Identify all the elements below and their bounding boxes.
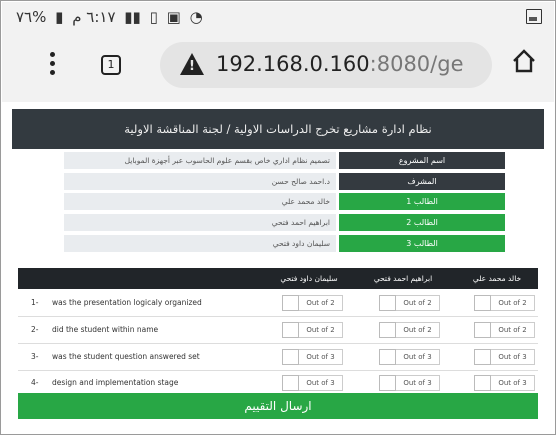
info-value: تصميم نظام اداري خاص بقسم علوم الحاسوب ع…: [64, 152, 336, 169]
score-input[interactable]: [379, 295, 396, 311]
info-row: د.احمد صالح حسن المشرف: [2, 173, 554, 190]
row-number: 4-: [31, 378, 39, 387]
max-score-label: Out of 3: [299, 375, 343, 391]
max-score-label: Out of 2: [491, 295, 535, 311]
menu-icon[interactable]: [50, 52, 56, 79]
question-text: was the student question answered set: [52, 352, 200, 361]
score-input[interactable]: [379, 322, 396, 338]
question-text: was the presentation logicaly organized: [52, 298, 202, 307]
url-path: :8080/ge: [369, 52, 464, 76]
column-header-student-3: سليمان داود فتحي: [280, 274, 338, 283]
status-time: ٦:١٧ م: [72, 8, 116, 26]
table-row: 2- did the student within name Out of 2 Out…: [18, 317, 538, 344]
max-score-label: Out of 2: [396, 322, 440, 338]
page-content: نظام ادارة مشاريع تخرج الدراسات الاولية …: [2, 102, 554, 433]
address-bar[interactable]: 192.168.0.160:8080/ge: [160, 42, 492, 88]
status-left-cluster: ٦:١٧ م ▮ %٧٦ ▮▮ ▯ ▣ ◔: [16, 8, 207, 26]
battery-icon: ▮: [55, 8, 64, 26]
info-row: ابراهيم احمد فتحي الطالب 2: [2, 214, 554, 231]
column-header-student-2: ابراهيم احمد فتحي: [373, 274, 433, 283]
max-score-label: Out of 3: [299, 349, 343, 365]
info-row: خالد محمد علي الطالب 1: [2, 193, 554, 210]
url-host: 192.168.0.160: [216, 52, 370, 76]
image-icon: [526, 9, 542, 24]
warning-icon[interactable]: [180, 53, 204, 75]
question-text: design and implementation stage: [52, 378, 179, 387]
max-score-label: Out of 2: [491, 322, 535, 338]
signal-icon: ▮▮: [124, 8, 141, 26]
column-header-student-1: خالد محمد علي: [472, 274, 522, 283]
data-icon: ▯: [149, 8, 158, 26]
score-input[interactable]: [379, 349, 396, 365]
browser-toolbar: 1 192.168.0.160:8080/ge: [2, 32, 554, 102]
info-label: المشرف: [339, 173, 505, 190]
info-value: سليمان داود فتحي: [64, 235, 336, 252]
battery-percent: %٧٦: [16, 8, 47, 26]
score-input[interactable]: [282, 349, 299, 365]
table-header: خالد محمد علي ابراهيم احمد فتحي سليمان د…: [18, 268, 538, 289]
info-row: سليمان داود فتحي الطالب 3: [2, 235, 554, 252]
tab-switcher-button[interactable]: 1: [101, 55, 121, 75]
score-input[interactable]: [379, 375, 396, 391]
max-score-label: Out of 2: [299, 295, 343, 311]
max-score-label: Out of 2: [299, 322, 343, 338]
score-input[interactable]: [282, 322, 299, 338]
info-label: اسم المشروع: [339, 152, 505, 169]
max-score-label: Out of 3: [491, 375, 535, 391]
sim-icon: ▣: [166, 8, 181, 26]
status-bar: ٦:١٧ م ▮ %٧٦ ▮▮ ▯ ▣ ◔: [2, 2, 554, 32]
submit-evaluation-button[interactable]: ارسال التقييم: [18, 393, 538, 419]
row-number: 2-: [31, 325, 39, 334]
info-label: الطالب 3: [339, 235, 505, 252]
info-value: خالد محمد علي: [64, 193, 336, 210]
table-row: 1- was the presentation logicaly organize…: [18, 290, 538, 317]
row-number: 3-: [31, 352, 39, 361]
score-input[interactable]: [474, 295, 491, 311]
table-row: 3- was the student question answered set O…: [18, 344, 538, 371]
max-score-label: Out of 3: [396, 375, 440, 391]
question-text: did the student within name: [52, 325, 159, 334]
score-input[interactable]: [282, 375, 299, 391]
score-input[interactable]: [474, 322, 491, 338]
page-title: نظام ادارة مشاريع تخرج الدراسات الاولية …: [12, 109, 544, 149]
max-score-label: Out of 2: [396, 295, 440, 311]
score-input[interactable]: [474, 349, 491, 365]
wifi-icon: ◔: [189, 8, 203, 26]
info-label: الطالب 1: [339, 193, 505, 210]
max-score-label: Out of 3: [396, 349, 440, 365]
row-number: 1-: [31, 298, 39, 307]
url-text[interactable]: 192.168.0.160:8080/ge: [216, 52, 463, 76]
info-value: د.احمد صالح حسن: [64, 173, 336, 190]
info-row: تصميم نظام اداري خاص بقسم علوم الحاسوب ع…: [2, 152, 554, 169]
info-value: ابراهيم احمد فتحي: [64, 214, 336, 231]
info-label: الطالب 2: [339, 214, 505, 231]
max-score-label: Out of 3: [491, 349, 535, 365]
score-input[interactable]: [282, 295, 299, 311]
score-input[interactable]: [474, 375, 491, 391]
home-icon[interactable]: [511, 48, 537, 74]
